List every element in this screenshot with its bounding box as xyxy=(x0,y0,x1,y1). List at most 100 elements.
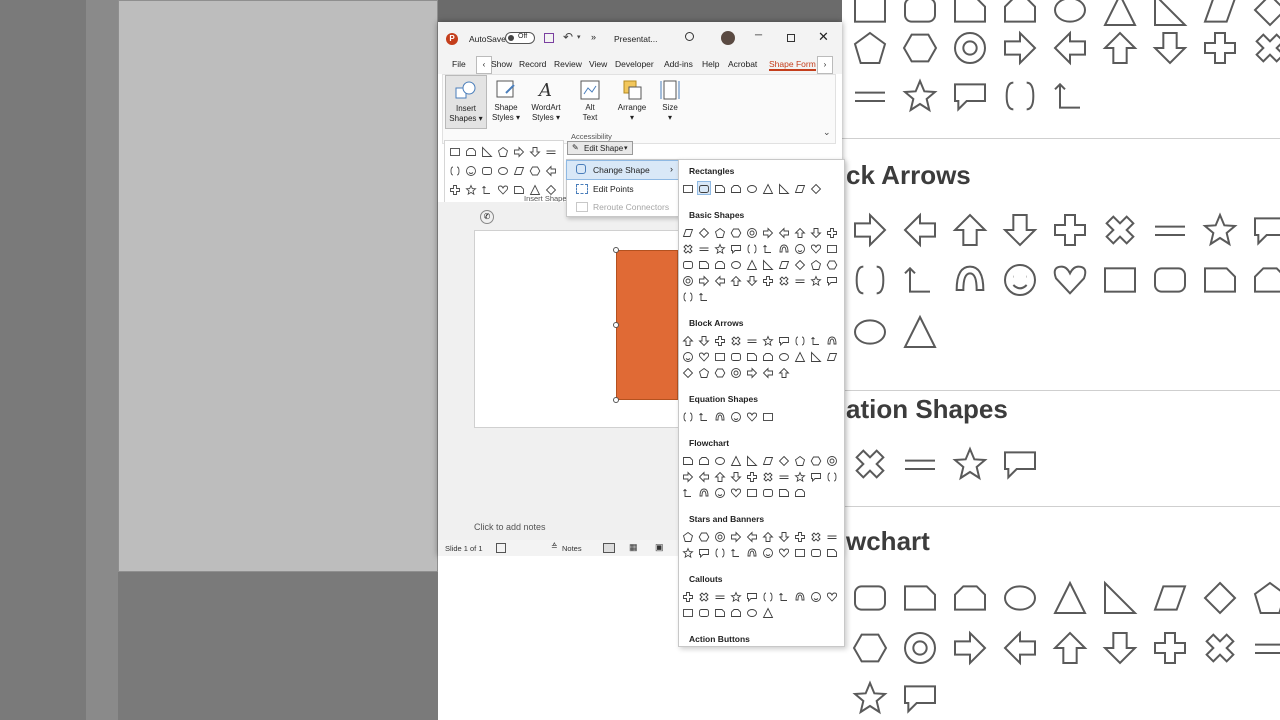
size-button[interactable]: Size ▾ xyxy=(657,75,683,123)
block-arrows-shape-27-icon[interactable] xyxy=(778,366,790,378)
equation-shapes-shape-2-icon[interactable] xyxy=(698,410,710,422)
callouts-shape-12-icon[interactable] xyxy=(698,606,710,618)
gallery-shape-13-icon[interactable] xyxy=(529,164,541,176)
block-arrows-shape-4-icon[interactable] xyxy=(730,334,742,346)
flowchart-shape-4-icon[interactable] xyxy=(730,454,742,466)
autosave-toggle[interactable]: Off xyxy=(505,32,535,44)
flowchart-shape-11-icon[interactable] xyxy=(682,470,694,483)
resize-handle-middle-left[interactable] xyxy=(613,322,619,328)
resize-handle-top[interactable] xyxy=(613,247,619,253)
stars-and-banners-shape-11-icon[interactable] xyxy=(682,546,694,559)
block-arrows-shape-17-icon[interactable] xyxy=(778,350,790,362)
maximize-icon[interactable] xyxy=(787,34,795,42)
basic-shapes-shape-29-icon[interactable] xyxy=(810,258,822,270)
basic-shapes-shape-21-icon[interactable] xyxy=(682,258,694,270)
block-arrows-shape-14-icon[interactable] xyxy=(730,350,742,362)
flowchart-shape-2-icon[interactable] xyxy=(698,454,710,466)
basic-shapes-shape-39-icon[interactable] xyxy=(810,274,822,287)
basic-shapes-shape-18-icon[interactable] xyxy=(794,242,806,254)
basic-shapes-shape-4-icon[interactable] xyxy=(730,226,742,238)
block-arrows-shape-10-icon[interactable] xyxy=(826,334,838,346)
callouts-shape-5-icon[interactable] xyxy=(746,590,758,603)
gallery-shape-2-icon[interactable] xyxy=(465,145,477,157)
block-arrows-shape-20-icon[interactable] xyxy=(826,350,838,362)
basic-shapes-shape-5-icon[interactable] xyxy=(746,226,758,238)
rectangles-shape-6-icon[interactable] xyxy=(762,182,774,194)
callouts-shape-7-icon[interactable] xyxy=(778,590,790,602)
rectangles-shape-5-icon[interactable] xyxy=(746,182,758,194)
block-arrows-shape-9-icon[interactable] xyxy=(810,334,822,346)
basic-shapes-shape-15-icon[interactable] xyxy=(746,242,758,254)
equation-shapes-shape-4-icon[interactable] xyxy=(730,410,742,422)
basic-shapes-shape-28-icon[interactable] xyxy=(794,258,806,271)
flowchart-shape-17-icon[interactable] xyxy=(778,470,790,482)
basic-shapes-shape-42-icon[interactable] xyxy=(698,290,710,302)
stars-and-banners-shape-8-icon[interactable] xyxy=(794,530,806,542)
block-arrows-shape-12-icon[interactable] xyxy=(698,350,710,362)
block-arrows-shape-11-icon[interactable] xyxy=(682,350,694,362)
block-arrows-shape-22-icon[interactable] xyxy=(698,366,710,378)
flowchart-shape-5-icon[interactable] xyxy=(746,454,758,466)
insert-shapes-button[interactable]: Insert Shapes ▾ xyxy=(445,75,487,129)
block-arrows-shape-2-icon[interactable] xyxy=(698,334,710,347)
block-arrows-shape-6-icon[interactable] xyxy=(762,334,774,347)
callouts-shape-11-icon[interactable] xyxy=(682,606,694,618)
slide-sorter-icon[interactable]: ▦ xyxy=(629,542,638,553)
flowchart-shape-12-icon[interactable] xyxy=(698,470,710,483)
close-icon[interactable]: ✕ xyxy=(818,29,829,45)
stars-and-banners-shape-2-icon[interactable] xyxy=(698,530,710,542)
tab-scroll-right-icon[interactable]: › xyxy=(817,56,833,74)
stars-and-banners-shape-12-icon[interactable] xyxy=(698,546,710,559)
basic-shapes-shape-25-icon[interactable] xyxy=(746,258,758,270)
rectangles-shape-3-icon[interactable] xyxy=(714,182,726,194)
equation-shapes-shape-5-icon[interactable] xyxy=(746,410,758,422)
stars-and-banners-shape-20-icon[interactable] xyxy=(826,546,838,558)
equation-shapes-shape-3-icon[interactable] xyxy=(714,410,726,422)
basic-shapes-shape-16-icon[interactable] xyxy=(762,242,774,254)
rectangles-shape-1-icon[interactable] xyxy=(682,182,694,194)
tab-developer[interactable]: Developer xyxy=(615,59,654,69)
block-arrows-shape-26-icon[interactable] xyxy=(762,366,774,379)
gallery-shape-9-icon[interactable] xyxy=(465,164,477,176)
stars-and-banners-shape-15-icon[interactable] xyxy=(746,546,758,558)
gallery-shape-6-icon[interactable] xyxy=(529,145,541,158)
rectangles-shape-7-icon[interactable] xyxy=(778,182,790,194)
callouts-shape-15-icon[interactable] xyxy=(746,606,758,618)
basic-shapes-shape-32-icon[interactable] xyxy=(698,274,710,287)
callouts-shape-4-icon[interactable] xyxy=(730,590,742,603)
flowchart-shape-1-icon[interactable] xyxy=(682,454,694,466)
block-arrows-shape-21-icon[interactable] xyxy=(682,366,694,379)
flowchart-shape-13-icon[interactable] xyxy=(714,470,726,482)
rectangles-shape-2-icon[interactable] xyxy=(697,181,711,195)
flowchart-shape-14-icon[interactable] xyxy=(730,470,742,483)
callouts-shape-3-icon[interactable] xyxy=(714,590,726,602)
basic-shapes-shape-27-icon[interactable] xyxy=(778,258,790,270)
selected-rectangle-shape[interactable] xyxy=(616,250,678,400)
undo-dropdown-icon[interactable]: ▾ xyxy=(577,33,581,41)
callouts-shape-10-icon[interactable] xyxy=(826,590,838,602)
basic-shapes-shape-20-icon[interactable] xyxy=(826,242,838,254)
stars-and-banners-shape-18-icon[interactable] xyxy=(794,546,806,558)
collapse-ribbon-icon[interactable]: ⌄ xyxy=(823,127,831,138)
stars-and-banners-shape-6-icon[interactable] xyxy=(762,530,774,542)
gallery-shape-1-icon[interactable] xyxy=(449,145,461,157)
flowchart-shape-21-icon[interactable] xyxy=(682,486,694,498)
rectangles-shape-9-icon[interactable] xyxy=(810,182,822,195)
minimize-icon[interactable]: ─ xyxy=(755,30,762,41)
stars-and-banners-shape-1-icon[interactable] xyxy=(682,530,694,542)
flowchart-shape-6-icon[interactable] xyxy=(762,454,774,466)
basic-shapes-shape-26-icon[interactable] xyxy=(762,258,774,270)
undo-icon[interactable]: ↶ xyxy=(563,30,573,44)
resize-handle-bottom-left[interactable] xyxy=(613,397,619,403)
tab-addins[interactable]: Add-ins xyxy=(664,59,693,69)
change-shape-item[interactable]: Change Shape › xyxy=(566,160,681,180)
block-arrows-shape-18-icon[interactable] xyxy=(794,350,806,362)
flowchart-shape-9-icon[interactable] xyxy=(810,454,822,466)
basic-shapes-shape-2-icon[interactable] xyxy=(698,226,710,239)
document-title[interactable]: Presentat... xyxy=(614,34,657,44)
qat-overflow-icon[interactable]: » xyxy=(591,32,596,42)
block-arrows-shape-13-icon[interactable] xyxy=(714,350,726,362)
rectangles-shape-4-icon[interactable] xyxy=(730,182,742,194)
flowchart-shape-22-icon[interactable] xyxy=(698,486,710,498)
basic-shapes-shape-23-icon[interactable] xyxy=(714,258,726,270)
